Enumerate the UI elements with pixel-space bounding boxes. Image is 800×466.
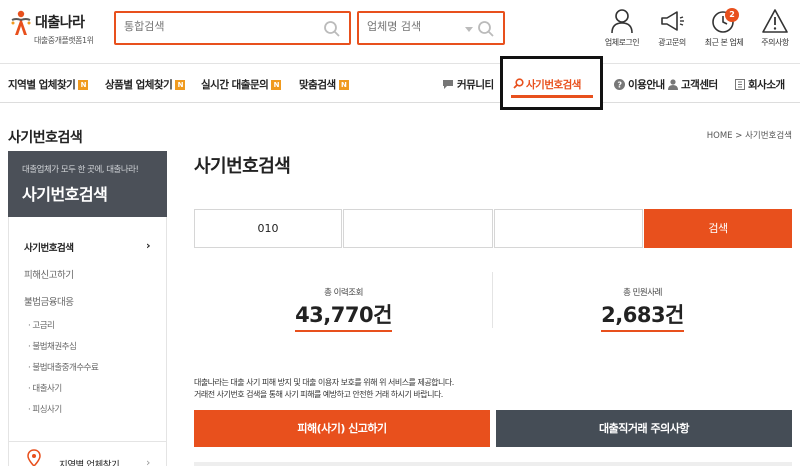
company-login-label: 업체로그인 <box>604 38 640 47</box>
chevron-right-icon: › <box>146 239 151 252</box>
phone-part1-input[interactable] <box>195 210 341 247</box>
ad-inquiry-label: 광고문의 <box>658 38 686 47</box>
banner-subtitle: 대출업체가 모두 한 곳에, 대출나라! <box>22 165 139 175</box>
nav-support[interactable]: 고객센터 <box>668 77 718 92</box>
recent-viewed-label: 최근 본 업체 <box>704 38 744 47</box>
sidebar-region-label: 지역별 업체찾기 <box>59 460 120 466</box>
stat-value: 43,770건 <box>295 299 392 332</box>
caution-button[interactable]: 주의사항 <box>751 8 799 52</box>
recent-count-badge: 2 <box>725 8 739 22</box>
caution-label: 주의사항 <box>761 38 789 47</box>
breadcrumb: HOME > 사기번호검색 <box>706 131 792 141</box>
nav-region-search[interactable]: 지역별 업체찾기 N <box>8 77 89 92</box>
megaphone-icon <box>661 11 684 31</box>
nav-guide[interactable]: ? 이용안내 <box>614 77 665 92</box>
logo-tagline: 대출중개플랫폼1위 <box>34 36 94 45</box>
global-search-input[interactable] <box>124 20 314 33</box>
nav-community[interactable]: 커뮤니티 <box>442 77 494 92</box>
sidebar-region-link[interactable]: 지역별 업체찾기 › <box>8 441 167 466</box>
nav-product-search-label: 상품별 업체찾기 <box>105 79 173 91</box>
nav-custom-search-label: 맞춤검색 <box>299 79 336 91</box>
sidebar-subitem-high-interest[interactable]: · 고금리 <box>28 319 55 331</box>
new-badge: N <box>175 80 186 90</box>
company-search <box>357 11 505 45</box>
nav-product-search[interactable]: 상품별 업체찾기 N <box>105 77 186 92</box>
nav-region-search-label: 지역별 업체찾기 <box>8 79 76 91</box>
nav-realtime-inquiry[interactable]: 실시간 대출문의 N <box>201 77 282 92</box>
stats-panel: 총 이력조회 43,770건 총 민원사례 2,683건 <box>194 272 792 332</box>
sidebar-item-illegal-finance[interactable]: 불법금융대응 <box>24 294 74 308</box>
company-search-input[interactable] <box>367 20 462 33</box>
search-icon <box>513 78 524 89</box>
phone-part3-field <box>494 209 643 248</box>
recent-viewed-button[interactable]: 2 최근 본 업체 <box>700 8 748 52</box>
user-icon <box>611 9 633 34</box>
fraud-search-button[interactable]: 검색 <box>644 209 792 248</box>
sidebar-subitem-phishing[interactable]: · 피싱사기 <box>28 403 62 415</box>
stat-value: 2,683건 <box>601 299 684 332</box>
service-notice: 대출나라는 대출 사기 피해 방지 및 대출 이용자 보호를 위해 위 서비스를… <box>194 377 454 401</box>
chevron-right-icon: › <box>146 456 151 466</box>
person-icon <box>668 79 678 90</box>
sidebar-menu: 사기번호검색 › 피해신고하기 불법금융대응 · 고금리 · 불법채권추심 · … <box>8 217 167 466</box>
content-divider <box>194 462 792 466</box>
stat-total-lookups: 총 이력조회 43,770건 <box>194 272 493 332</box>
map-pin-icon <box>27 449 41 466</box>
sidebar-banner: 대출업체가 모두 한 곳에, 대출나라! 사기번호검색 <box>8 151 167 217</box>
phone-part1-field <box>194 209 342 248</box>
warning-icon <box>762 9 788 33</box>
nav-custom-search[interactable]: 맞춤검색 N <box>299 77 349 92</box>
nav-realtime-inquiry-label: 실시간 대출문의 <box>201 79 269 91</box>
phone-part2-input[interactable] <box>344 210 492 247</box>
nav-fraud-number-search[interactable]: 사기번호검색 <box>500 56 603 110</box>
new-badge: N <box>338 80 349 90</box>
ad-inquiry-button[interactable]: 광고문의 <box>648 8 696 52</box>
site-logo[interactable]: 대출나라 대출중개플랫폼1위 <box>10 9 105 49</box>
phone-part3-input[interactable] <box>495 210 642 247</box>
search-icon[interactable] <box>477 20 495 38</box>
main-nav: 지역별 업체찾기 N 상품별 업체찾기 N 실시간 대출문의 N 맞춤검색 N 커뮤니티… <box>0 64 800 103</box>
banner-title: 사기번호검색 <box>22 185 108 204</box>
sidebar-title: 사기번호검색 <box>8 130 83 146</box>
top-header: 대출나라 대출중개플랫폼1위 업체로그인 광고문의 <box>0 0 800 64</box>
nav-fraud-number-search-text: 사기번호검색 <box>526 79 581 91</box>
sidebar-item-fraud-search[interactable]: 사기번호검색 <box>24 240 74 254</box>
sidebar-item-report[interactable]: 피해신고하기 <box>24 267 74 281</box>
nav-about-label: 회사소개 <box>748 79 785 91</box>
phone-part2-field <box>343 209 493 248</box>
report-fraud-button[interactable]: 피해(사기) 신고하기 <box>194 410 490 447</box>
chevron-down-icon[interactable] <box>465 27 473 32</box>
question-icon: ? <box>614 79 625 90</box>
logo-name: 대출나라 <box>35 15 85 31</box>
stat-total-complaints: 총 민원사례 2,683건 <box>493 272 792 332</box>
sidebar-subitem-illegal-collection[interactable]: · 불법채권추심 <box>28 340 77 352</box>
sidebar-subitem-loan-fraud[interactable]: · 대출사기 <box>28 382 62 394</box>
nav-support-label: 고객센터 <box>681 79 718 91</box>
global-search <box>114 11 351 45</box>
page-title: 사기번호검색 <box>194 156 291 177</box>
chat-icon <box>443 80 453 89</box>
building-icon <box>735 79 745 90</box>
logo-mark-icon <box>11 10 31 35</box>
stat-label: 총 이력조회 <box>324 288 363 298</box>
notice-line-2: 거래전 사기번호 검색을 통해 사기 피해를 예방하고 안전한 거래 하시기 바… <box>194 390 443 399</box>
active-tab-indicator <box>511 95 593 98</box>
stat-label: 총 민원사례 <box>623 288 662 298</box>
new-badge: N <box>271 80 282 90</box>
nav-fraud-number-search-label: 사기번호검색 <box>513 77 581 92</box>
notice-line-1: 대출나라는 대출 사기 피해 방지 및 대출 이용자 보호를 위해 위 서비스를… <box>194 378 454 387</box>
company-login-button[interactable]: 업체로그인 <box>598 8 646 52</box>
nav-guide-label: 이용안내 <box>628 79 665 91</box>
nav-about[interactable]: 회사소개 <box>735 77 785 92</box>
search-icon[interactable] <box>323 20 341 38</box>
direct-loan-caution-button[interactable]: 대출직거래 주의사항 <box>496 410 792 447</box>
sidebar-subitem-illegal-fee[interactable]: · 불법대출중개수수료 <box>28 361 99 373</box>
nav-community-label: 커뮤니티 <box>457 79 494 91</box>
new-badge: N <box>78 80 89 90</box>
